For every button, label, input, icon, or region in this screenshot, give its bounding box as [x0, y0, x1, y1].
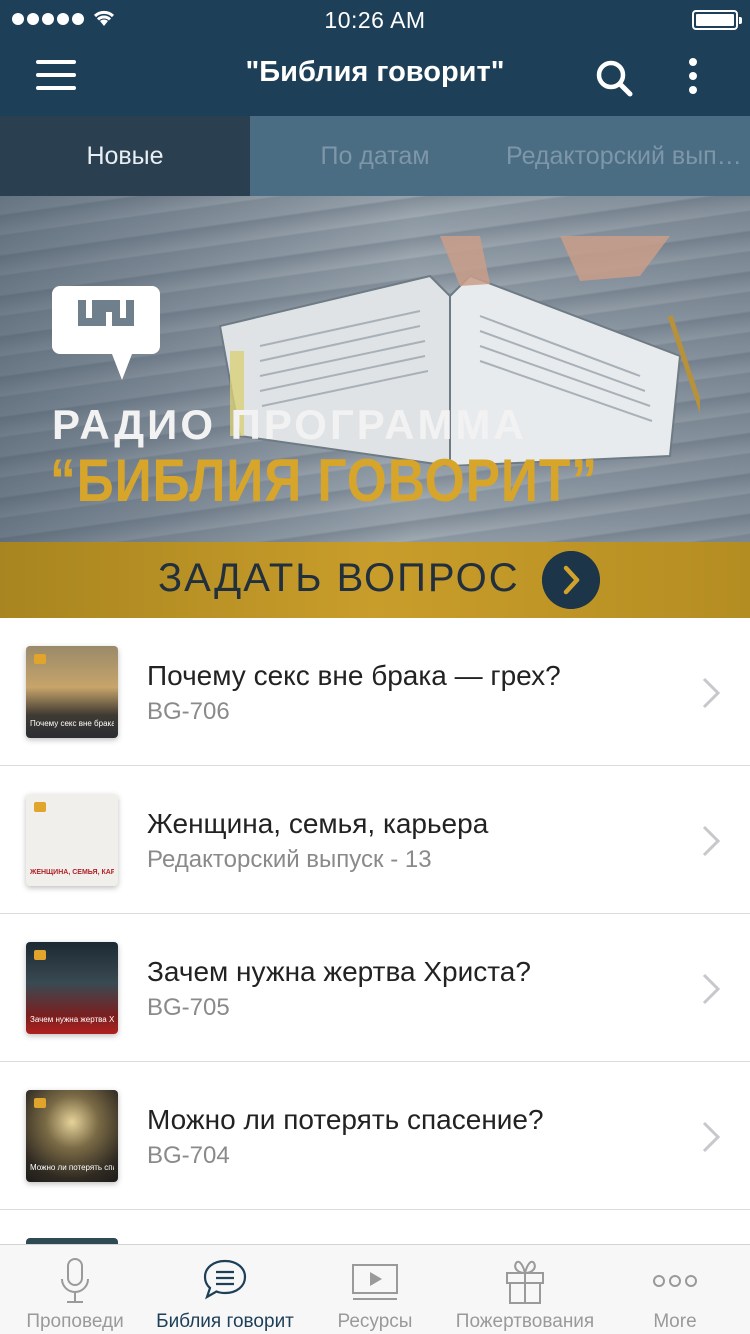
segment-tabs: Новые По датам Редакторский выпуск — [0, 116, 750, 196]
battery-icon — [692, 10, 742, 30]
gift-icon — [506, 1260, 544, 1304]
logo-mark-icon — [34, 654, 46, 664]
ask-question-label: ЗАДАТЬ ВОПРОС — [158, 556, 520, 600]
page-title: "Библия говорит" — [245, 56, 505, 88]
chevron-right-icon — [702, 677, 721, 709]
tabbar-label: Пожертвования — [455, 1311, 595, 1332]
episode-thumbnail: ЖЕНЩИНА, СЕМЬЯ, КАРЬЕРА — [26, 794, 118, 886]
tabbar-label: Библия говорит — [156, 1311, 294, 1332]
chevron-right-icon — [702, 825, 721, 857]
tabbar-item-bible-speaks[interactable]: Библия говорит — [150, 1245, 300, 1334]
bible-speaks-logo-icon — [52, 286, 160, 380]
list-item[interactable]: Можно ли потерять спасение? Можно ли пот… — [0, 1062, 750, 1210]
episode-code: BG-705 — [147, 994, 230, 1021]
episode-code: BG-704 — [147, 1142, 230, 1169]
more-vertical-icon[interactable] — [676, 56, 710, 100]
tabbar-item-donations[interactable]: Пожертвования — [450, 1245, 600, 1334]
status-time: 10:26 AM — [324, 7, 426, 33]
ask-question-button[interactable]: ЗАДАТЬ ВОПРОС — [0, 542, 750, 618]
thumbnail-caption: Можно ли потерять спасение? — [30, 1163, 114, 1172]
tabbar-item-sermons[interactable]: Проповеди — [0, 1245, 150, 1334]
episode-title: Женщина, семья, карьера — [147, 808, 489, 839]
logo-mark-icon — [34, 950, 46, 960]
logo-mark-icon — [34, 1098, 46, 1108]
chevron-right-icon — [702, 973, 721, 1005]
hamburger-menu-icon[interactable] — [36, 60, 78, 92]
tabbar-item-more[interactable]: More — [600, 1245, 750, 1334]
tab-editorial[interactable]: Редакторский выпуск — [500, 116, 750, 196]
logo-mark-icon — [34, 802, 46, 812]
top-bar: 10:26 AM "Библия говорит" — [0, 0, 750, 116]
episode-thumbnail: Зачем нужна жертва Христа? — [26, 942, 118, 1034]
episode-thumbnail: Почему секс вне брака - грех — [26, 646, 118, 738]
list-item[interactable]: Зачем нужна жертва Христа? Зачем нужна ж… — [0, 914, 750, 1062]
banner-subtitle: РАДИО ПРОГРАММА — [52, 401, 527, 448]
episode-title: Можно ли потерять спасение? — [147, 1104, 544, 1135]
thumbnail-caption: Зачем нужна жертва Христа? — [30, 1015, 114, 1024]
tab-by-date[interactable]: По датам — [250, 116, 500, 196]
more-dots-icon — [653, 1275, 697, 1287]
tab-new[interactable]: Новые — [0, 116, 250, 196]
list-item[interactable]: ЖЕНЩИНА, СЕМЬЯ, КАРЬЕРА Женщина, семья, … — [0, 766, 750, 914]
episode-thumbnail: Можно ли потерять спасение? — [26, 1090, 118, 1182]
episode-list: Почему секс вне брака - грех Почему секс… — [0, 618, 750, 1258]
list-item[interactable]: Почему секс вне брака - грех Почему секс… — [0, 618, 750, 766]
microphone-icon — [61, 1258, 89, 1303]
thumbnail-caption: ЖЕНЩИНА, СЕМЬЯ, КАРЬЕРА — [30, 869, 114, 876]
banner-title: “БИБЛИЯ ГОВОРИТ” — [50, 447, 598, 514]
video-play-icon — [352, 1264, 398, 1300]
episode-title: Зачем нужна жертва Христа? — [147, 956, 531, 987]
tabbar-label: More — [653, 1311, 697, 1332]
promo-banner: РАДИО ПРОГРАММА “БИБЛИЯ ГОВОРИТ” — [0, 196, 750, 542]
chat-bubble-icon — [203, 1259, 247, 1300]
tabbar-label: Проповеди — [26, 1311, 124, 1332]
tabbar-item-resources[interactable]: Ресурсы — [300, 1245, 450, 1334]
episode-code: Редакторский выпуск - 13 — [147, 846, 432, 873]
episode-code: BG-706 — [147, 698, 230, 725]
tabbar-label: Ресурсы — [337, 1311, 413, 1332]
thumbnail-caption: Почему секс вне брака - грех — [30, 719, 114, 728]
chevron-right-icon — [702, 1121, 721, 1153]
bottom-tab-bar: Проповеди Библия говорит Ресурсы Пожертв… — [0, 1244, 750, 1334]
search-icon[interactable] — [594, 58, 634, 98]
episode-title: Почему секс вне брака — грех? — [147, 660, 561, 691]
chevron-right-circle-icon — [542, 551, 600, 609]
status-bar: 10:26 AM — [0, 0, 750, 40]
